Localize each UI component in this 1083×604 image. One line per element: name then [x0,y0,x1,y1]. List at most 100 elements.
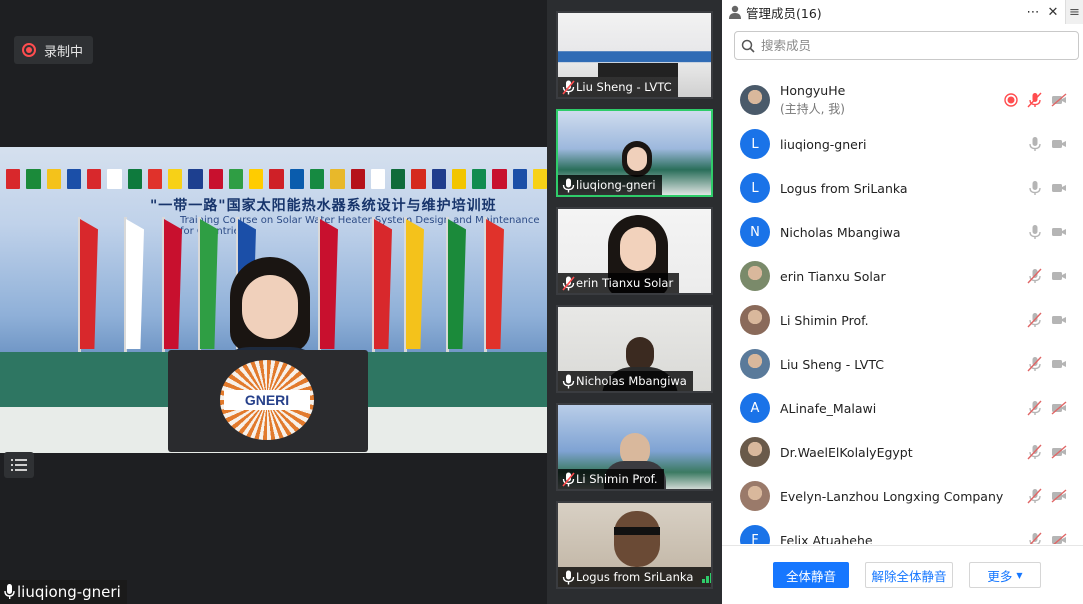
camera-icon[interactable] [1051,312,1067,328]
camera-icon[interactable] [1051,180,1067,196]
thumbnail-tile[interactable]: liuqiong-gneri [556,109,713,197]
camera-off-icon[interactable] [1051,444,1067,460]
thumbnail-name: Logus from SriLanka [576,570,694,584]
camera-icon[interactable] [1051,136,1067,152]
member-name: Li Shimin Prof. [780,312,869,328]
member-name-block: Evelyn-Lanzhou Longxing Company [780,489,1003,504]
thumbnail-label: Logus from SriLanka [558,567,711,587]
list-icon [11,459,27,471]
member-row[interactable]: Dr.WaelElKolalyEgypt [722,430,1083,474]
signal-icon [702,571,711,583]
mic-muted-icon[interactable] [1027,400,1043,416]
mic-icon [562,178,575,193]
main-speaker-name: liuqiong-gneri [17,583,121,601]
mic-icon[interactable] [1027,136,1043,152]
record-icon [22,43,36,57]
member-name-block: Dr.WaelElKolalyEgypt [780,445,913,460]
camera-icon[interactable] [1051,224,1067,240]
camera-off-icon[interactable] [1051,400,1067,416]
mic-muted-icon[interactable] [1027,312,1043,328]
more-label: 更多 [987,568,1013,584]
main-video[interactable]: "一带一路"国家太阳能热水器系统设计与维护培训班 Training Course… [0,147,547,453]
panel-title: 管理成员(16) [746,5,822,21]
layout-list-button[interactable] [4,452,34,478]
search-icon [741,39,755,53]
mic-muted-icon[interactable] [1027,444,1043,460]
avatar: N [740,217,770,247]
member-controls [1003,92,1067,108]
member-list[interactable]: HongyuHe (主持人, 我) L liuqiong-gneri L Logu… [722,78,1083,544]
main-speaker-tag: liuqiong-gneri [0,580,127,604]
camera-off-icon[interactable] [1051,532,1067,544]
meeting-window: 录制中 "一带一路"国家太阳能热水器系统设计与维护培训班 Training Co… [0,0,1083,604]
thumbnail-name: Liu Sheng - LVTC [576,80,672,94]
thumbnail-tile[interactable]: Liu Sheng - LVTC [556,11,713,99]
avatar: F [740,525,770,544]
member-row[interactable]: Liu Sheng - LVTC [722,342,1083,386]
member-row[interactable]: A ALinafe_Malawi [722,386,1083,430]
avatar [740,85,770,115]
caret-down-icon: ▼ [1016,570,1023,580]
camera-off-icon[interactable] [1051,488,1067,504]
thumbnail-tile[interactable]: Logus from SriLanka [556,501,713,589]
mute-all-button[interactable]: 全体静音 [773,562,849,588]
member-row[interactable]: L Logus from SriLanka [722,166,1083,210]
avatar: L [740,173,770,203]
member-name: Liu Sheng - LVTC [780,356,884,372]
side-menu-icon[interactable]: ≡ [1065,0,1083,24]
thumbnail-tile[interactable]: Nicholas Mbangiwa [556,305,713,393]
camera-icon[interactable] [1051,356,1067,372]
member-name-block: ALinafe_Malawi [780,401,876,416]
recording-indicator[interactable]: 录制中 [14,36,94,64]
flag-row [0,169,547,191]
member-controls [1027,268,1067,284]
avatar: L [740,129,770,159]
mic-icon [562,374,575,389]
member-name-block: erin Tianxu Solar [780,269,886,284]
more-button[interactable]: 更多 ▼ [969,562,1041,588]
member-row[interactable]: N Nicholas Mbangiwa [722,210,1083,254]
member-controls [1027,312,1067,328]
mic-muted-icon [562,276,575,291]
mic-icon[interactable] [1027,180,1043,196]
mic-muted-icon[interactable] [1027,488,1043,504]
search-input[interactable] [761,38,1061,53]
close-icon[interactable]: ✕ [1045,2,1061,22]
member-controls [1027,532,1067,544]
search-box[interactable] [734,31,1079,60]
thumbnail-label: Li Shimin Prof. [558,469,664,489]
mic-muted-icon[interactable] [1027,532,1043,544]
member-row[interactable]: HongyuHe (主持人, 我) [722,78,1083,122]
mic-icon [4,584,15,599]
laptop: GNERI [168,350,368,452]
member-row[interactable]: L liuqiong-gneri [722,122,1083,166]
member-row[interactable]: erin Tianxu Solar [722,254,1083,298]
member-name: HongyuHe [780,83,846,98]
camera-icon[interactable] [1051,268,1067,284]
mic-icon[interactable] [1027,224,1043,240]
thumbnail-strip: Liu Sheng - LVTC liuqiong-gneri erin Tia… [547,0,722,604]
member-name-block: Nicholas Mbangiwa [780,225,900,240]
mic-muted-icon[interactable] [1027,268,1043,284]
member-name-block: Felix Atuahehe [780,533,873,545]
thumbnail-label: erin Tianxu Solar [558,273,680,293]
member-row[interactable]: Li Shimin Prof. [722,298,1083,342]
member-row[interactable]: Evelyn-Lanzhou Longxing Company [722,474,1083,518]
member-role: (主持人, 我) [780,102,845,116]
camera-off-icon[interactable] [1051,92,1067,108]
unmute-all-button[interactable]: 解除全体静音 [865,562,953,588]
thumbnail-label: Liu Sheng - LVTC [558,77,678,97]
member-controls [1027,400,1067,416]
mic-muted-icon[interactable] [1027,92,1043,108]
thumbnail-tile[interactable]: erin Tianxu Solar [556,207,713,295]
member-controls [1027,444,1067,460]
member-name: Felix Atuahehe [780,532,873,545]
member-row[interactable]: F Felix Atuahehe [722,518,1083,544]
mic-muted-icon[interactable] [1027,356,1043,372]
person-icon [729,5,741,19]
more-options-icon[interactable]: ⋯ [1025,2,1041,22]
thumbnail-tile[interactable]: Li Shimin Prof. [556,403,713,491]
banner-chinese: "一带一路"国家太阳能热水器系统设计与维护培训班 [150,198,497,214]
member-name: liuqiong-gneri [780,136,867,152]
member-name-block: Li Shimin Prof. [780,313,869,328]
